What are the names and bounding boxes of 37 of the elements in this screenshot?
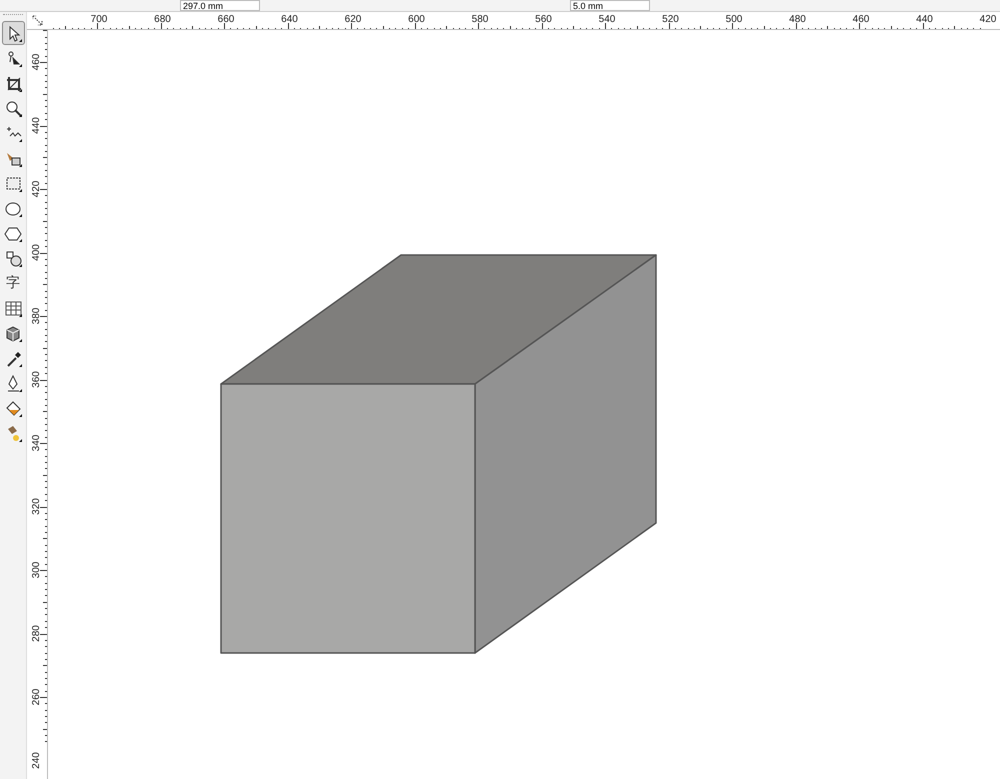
ruler-label: 400 <box>31 244 42 261</box>
ruler-label: 520 <box>662 14 679 25</box>
text-tool[interactable]: 字 <box>2 271 24 295</box>
ruler-label: 420 <box>31 180 42 198</box>
ruler-origin-icon[interactable] <box>32 14 44 26</box>
size-field[interactable]: 5.0 mm <box>570 0 650 11</box>
tool-button[interactable] <box>2 21 24 45</box>
size-field[interactable]: 297.0 mm <box>180 0 260 11</box>
drawing-canvas[interactable] <box>48 30 1000 779</box>
ruler-label: 460 <box>852 14 870 25</box>
cube-icon <box>4 324 22 342</box>
zoom-icon <box>4 98 22 118</box>
ruler-label: 540 <box>598 14 616 25</box>
ruler-label: 460 <box>31 54 42 70</box>
ruler-label: 500 <box>726 14 742 25</box>
ruler-label: 280 <box>31 625 42 642</box>
ruler-label: 580 <box>472 14 488 25</box>
ruler-label: 380 <box>31 308 42 324</box>
ruler-label: 700 <box>90 14 108 25</box>
ruler-label: 640 <box>281 14 298 25</box>
ruler-label: 300 <box>31 562 42 578</box>
ruler-label: 440 <box>31 117 42 134</box>
shapes-icon <box>4 248 22 268</box>
ruler-label: 600 <box>408 14 425 25</box>
ruler-label: 480 <box>789 14 806 25</box>
ruler-label: 680 <box>154 14 171 25</box>
ruler-label: 440 <box>916 14 933 25</box>
ruler-label: 560 <box>535 14 552 25</box>
ruler-label: 420 <box>980 14 996 25</box>
ruler-label: 340 <box>31 434 42 452</box>
ruler-label: 360 <box>31 371 42 388</box>
ruler-label: 240 <box>31 752 42 769</box>
ruler-label: 620 <box>344 14 362 25</box>
ruler-label: 320 <box>31 498 42 515</box>
ruler-label: 260 <box>31 688 42 706</box>
table-icon <box>4 298 22 318</box>
ruler-label: 660 <box>218 14 234 25</box>
